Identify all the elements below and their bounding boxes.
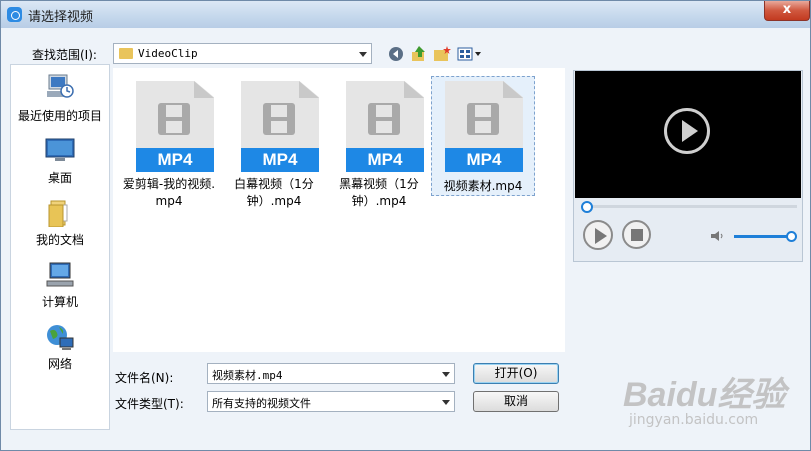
place-label: 桌面 [47, 171, 72, 185]
file-item[interactable]: MP4 爱剪辑-我的视频. mp4 [121, 78, 217, 208]
volume-slider[interactable] [734, 235, 791, 238]
place-label: 我的文档 [35, 233, 84, 247]
recent-items-icon [47, 74, 74, 98]
network-icon [47, 325, 74, 350]
filetype-dropdown[interactable]: 所有支持的视频文件 [207, 391, 455, 412]
place-recent-items[interactable]: 最近使用的项目 [11, 73, 109, 129]
file-type-badge: MP4 [241, 148, 319, 172]
open-button[interactable]: 打开(O) [473, 363, 559, 384]
folder-icon [119, 48, 133, 59]
app-logo-icon [7, 7, 22, 22]
file-type-badge: MP4 [346, 148, 424, 172]
chevron-down-icon [442, 400, 450, 405]
video-preview[interactable] [575, 71, 801, 198]
my-documents-icon [48, 200, 68, 227]
filename-value: 视频素材.mp4 [212, 369, 283, 382]
look-in-dropdown[interactable]: VideoClip [113, 43, 372, 64]
file-type-badge: MP4 [445, 148, 523, 172]
watermark-logo: Baidu经验 [623, 376, 786, 414]
file-name: 爱剪辑-我的视频. mp4 [122, 177, 216, 208]
file-item[interactable]: MP4 白幕视频（1分 钟）.mp4 [226, 78, 322, 208]
close-button[interactable]: x [764, 1, 810, 21]
back-icon[interactable] [387, 45, 405, 63]
place-my-documents[interactable]: 我的文档 [11, 197, 109, 249]
up-folder-icon[interactable] [410, 45, 428, 63]
file-open-dialog: 请选择视频 x 查找范围(I): VideoClip 最近使用的项目 桌面 我的… [0, 0, 811, 451]
play-overlay-icon[interactable] [664, 108, 710, 154]
title-bar[interactable]: 请选择视频 x [1, 1, 810, 28]
filetype-label: 文件类型(T): [115, 397, 184, 411]
place-label: 最近使用的项目 [17, 109, 102, 123]
seek-bar[interactable] [583, 205, 797, 208]
computer-icon [46, 262, 74, 287]
seek-handle[interactable] [581, 201, 593, 213]
place-network[interactable]: 网络 [11, 321, 109, 373]
file-name: 黑幕视频（1分 钟）.mp4 [339, 177, 419, 208]
play-button[interactable] [583, 220, 613, 250]
chevron-down-icon [359, 52, 367, 57]
volume-icon[interactable] [710, 230, 726, 242]
filename-label: 文件名(N): [115, 371, 174, 385]
chevron-down-icon [442, 372, 450, 377]
file-item[interactable]: MP4 黑幕视频（1分 钟）.mp4 [331, 78, 427, 208]
file-list[interactable]: MP4 爱剪辑-我的视频. mp4 MP4 白幕视频（1分 钟）.mp4 MP4 黑… [113, 68, 565, 352]
volume-handle[interactable] [786, 231, 797, 242]
play-icon [595, 228, 607, 244]
watermark-url: jingyan.baidu.com [629, 412, 759, 428]
file-name: 白幕视频（1分 钟）.mp4 [234, 177, 314, 208]
file-type-badge: MP4 [136, 148, 214, 172]
look-in-label: 查找范围(I): [32, 48, 97, 62]
file-name: 视频素材.mp4 [443, 179, 523, 193]
place-computer[interactable]: 计算机 [11, 259, 109, 311]
current-folder: VideoClip [138, 47, 198, 60]
window-title: 请选择视频 [28, 10, 94, 25]
places-bar: 最近使用的项目 桌面 我的文档 计算机 网络 [10, 64, 110, 430]
stop-icon [631, 229, 643, 241]
stop-button[interactable] [622, 220, 651, 249]
place-label: 网络 [47, 357, 72, 371]
filename-input[interactable]: 视频素材.mp4 [207, 363, 455, 384]
watermark: Baidu经验 jingyan.baidu.com [623, 367, 803, 437]
desktop-icon [45, 138, 75, 161]
new-folder-icon[interactable] [433, 45, 451, 63]
place-label: 计算机 [41, 295, 78, 309]
filetype-value: 所有支持的视频文件 [212, 397, 311, 410]
view-menu-icon[interactable] [457, 45, 483, 63]
file-item-selected[interactable]: MP4 视频素材.mp4 [431, 76, 535, 196]
place-desktop[interactable]: 桌面 [11, 135, 109, 187]
cancel-button[interactable]: 取消 [473, 391, 559, 412]
